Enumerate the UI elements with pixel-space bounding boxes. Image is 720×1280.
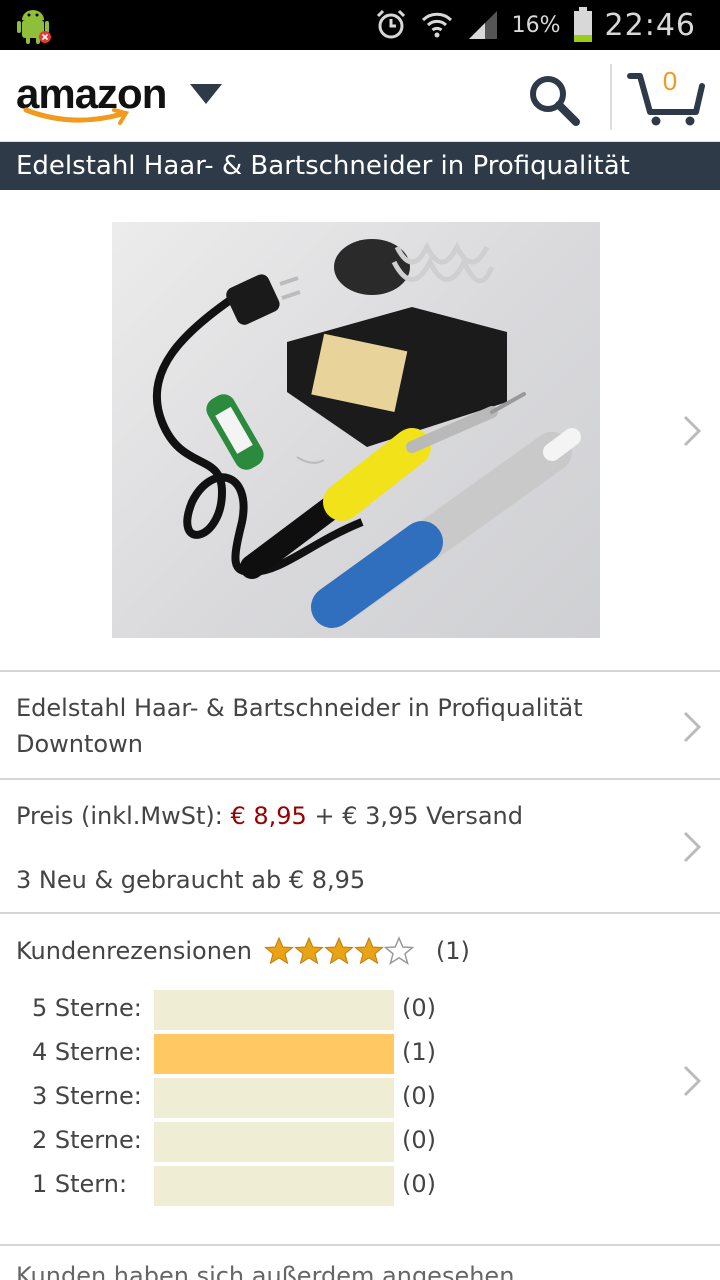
amazon-smile-icon (23, 107, 130, 125)
customer-reviews-row[interactable]: Kundenrezensionen (1) 5 Sterne: (0) 4 St… (0, 914, 720, 1246)
price-row[interactable]: Preis (inkl.MwSt): € 8,95 + € 3,95 Versa… (0, 780, 720, 914)
rating-count: (1) (402, 1038, 436, 1066)
wifi-icon (421, 12, 452, 38)
star-rating (264, 936, 414, 966)
rating-label: 3 Sterne: (32, 1082, 142, 1110)
caret-down-icon[interactable] (190, 84, 222, 104)
chevron-right-icon[interactable] (682, 414, 702, 448)
rating-bar-fill (154, 1034, 394, 1074)
signal-icon (468, 11, 497, 39)
chevron-right-icon[interactable] (682, 830, 702, 864)
rating-bar (154, 1166, 394, 1206)
android-debug-icon (17, 10, 51, 44)
cart-count: 0 (662, 66, 678, 96)
battery-icon (573, 7, 592, 42)
product-name: Edelstahl Haar- & Bartschneider in Profi… (16, 694, 583, 758)
chevron-right-icon[interactable] (682, 1064, 702, 1098)
chevron-right-icon[interactable] (682, 710, 702, 744)
clock: 22:46 (604, 7, 696, 43)
rating-row-1[interactable]: 1 Stern: (0) (0, 1166, 620, 1206)
rating-bar (154, 1078, 394, 1118)
reviews-header: Kundenrezensionen (1) (16, 936, 470, 966)
product-name-row[interactable]: Edelstahl Haar- & Bartschneider in Profi… (0, 672, 720, 780)
review-count: (1) (435, 937, 470, 965)
rating-label: 5 Sterne: (32, 994, 142, 1022)
star-filled-icon (264, 936, 294, 965)
rating-row-2[interactable]: 2 Sterne: (0) (0, 1122, 620, 1162)
rating-count: (0) (402, 1126, 436, 1154)
rating-row-3[interactable]: 3 Sterne: (0) (0, 1078, 620, 1118)
price-value: € 8,95 (230, 802, 307, 830)
star-filled-icon (324, 936, 354, 965)
rating-bar (154, 990, 394, 1030)
new-used-offers-link[interactable]: 3 Neu & gebraucht ab € 8,95 (16, 862, 630, 898)
product-image[interactable] (112, 222, 600, 638)
also-viewed-heading[interactable]: Kunden haben sich außerdem angesehen (16, 1262, 514, 1280)
rating-label: 1 Stern: (32, 1170, 128, 1198)
rating-bar (154, 1034, 394, 1074)
rating-count: (0) (402, 1082, 436, 1110)
battery-percent: 16% (511, 12, 561, 38)
price-line: Preis (inkl.MwSt): € 8,95 + € 3,95 Versa… (16, 798, 630, 834)
alarm-icon (376, 9, 405, 39)
rating-count: (0) (402, 994, 436, 1022)
rating-row-5[interactable]: 5 Sterne: (0) (0, 990, 620, 1030)
rating-count: (0) (402, 1170, 436, 1198)
price-label: Preis (inkl.MwSt): (16, 802, 223, 830)
status-bar: 16% 22:46 (0, 0, 720, 50)
product-image-carousel[interactable] (0, 190, 720, 672)
search-icon[interactable] (524, 70, 584, 130)
star-filled-icon (294, 936, 324, 965)
soldering-kit-illustration (152, 239, 581, 628)
app-header: amazon 0 (0, 50, 720, 142)
reviews-label: Kundenrezensionen (16, 937, 252, 965)
star-empty-icon (383, 936, 414, 965)
shipping-cost: + € 3,95 Versand (314, 802, 523, 830)
rating-row-4[interactable]: 4 Sterne: (1) (0, 1034, 620, 1074)
star-filled-icon (354, 936, 384, 965)
rating-label: 4 Sterne: (32, 1038, 142, 1066)
page-title: Edelstahl Haar- & Bartschneider in Profi… (0, 142, 720, 190)
rating-label: 2 Sterne: (32, 1126, 142, 1154)
header-divider (610, 64, 612, 130)
rating-bar (154, 1122, 394, 1162)
